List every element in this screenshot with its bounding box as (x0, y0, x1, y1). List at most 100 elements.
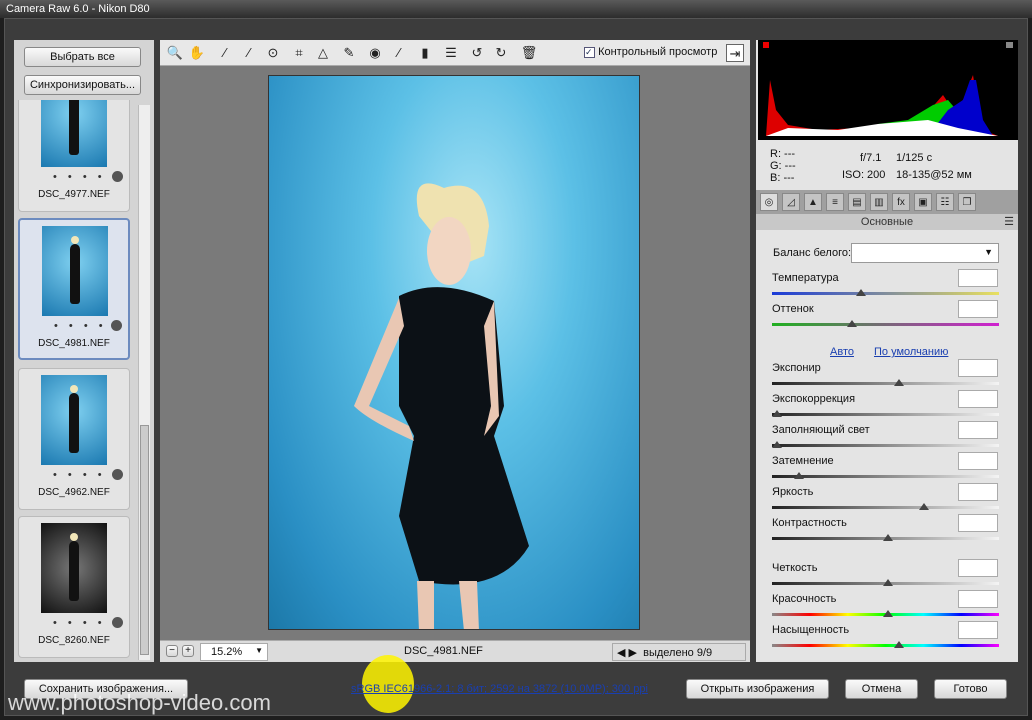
toolbar: ✓ Контрольный просмотр ⇥ 🔍 ✋ ⁄ ⁄ ⊙ ⌗ △ ✎ ◉ ∕ ▮ ☰ ↺ ↻ 🗑 (160, 40, 750, 66)
slider-handle[interactable] (847, 320, 858, 327)
zoom-in-button[interactable]: + (182, 645, 194, 657)
thumbnail-item[interactable]: • • • • • DSC_4981.NEF (18, 218, 130, 360)
target-adjustment-tool-icon[interactable]: ⊙ (264, 44, 282, 62)
slider-value-input[interactable] (958, 621, 998, 639)
slider-handle[interactable] (794, 472, 805, 479)
lens: 18-135@52 мм (896, 169, 972, 181)
thumbnail-item[interactable]: • • • • • DSC_4962.NEF (18, 368, 130, 510)
selection-nav: ◀ ▶ выделено 9/9 (612, 643, 746, 661)
tab-tone-curve-icon[interactable]: ◿ (782, 193, 800, 211)
rgb-readout: R: --- G: --- B: --- (770, 148, 796, 184)
straighten-tool-icon[interactable]: △ (314, 44, 332, 62)
slider-track[interactable] (772, 323, 999, 326)
slider-handle[interactable] (772, 410, 782, 417)
red-eye-tool-icon[interactable]: ◉ (366, 44, 384, 62)
spot-removal-tool-icon[interactable]: ✎ (340, 44, 358, 62)
rating-dots[interactable]: • • • • • (53, 171, 120, 183)
auto-link[interactable]: Авто (830, 346, 854, 358)
slider-handle[interactable] (856, 289, 867, 296)
hand-tool-icon[interactable]: ✋ (188, 44, 206, 62)
preferences-icon[interactable]: ☰ (442, 44, 460, 62)
white-balance-label: Баланс белого: (773, 247, 852, 259)
filmstrip-scrollbar[interactable] (138, 105, 150, 660)
slider-label: Четкость (772, 562, 818, 574)
tab-hsl-icon[interactable]: ≡ (826, 193, 844, 211)
window-title: Camera Raw 6.0 - Nikon D80 (6, 3, 150, 15)
slider-value-input[interactable] (958, 483, 998, 501)
crop-tool-icon[interactable]: ⌗ (290, 44, 308, 62)
highlight-clipping-icon (1006, 42, 1013, 48)
graduated-filter-icon[interactable]: ▮ (416, 44, 434, 62)
slider-handle[interactable] (883, 579, 893, 586)
rating-dots[interactable]: • • • • • (53, 469, 120, 481)
watermark: www.photoshop-video.com (8, 690, 271, 715)
slider-value-input[interactable] (958, 590, 998, 608)
panel-title: Основные ☰ (756, 214, 1018, 230)
adjustment-brush-icon[interactable]: ∕ (390, 44, 408, 62)
slider-handle[interactable] (883, 610, 893, 617)
slider-handle[interactable] (894, 641, 905, 648)
current-filename: DSC_4981.NEF (404, 645, 483, 657)
tab-snapshots-icon[interactable]: ❐ (958, 193, 976, 211)
slider-track[interactable] (772, 444, 999, 447)
slider-value-input[interactable] (958, 514, 998, 532)
slider-value-input[interactable] (958, 559, 998, 577)
white-balance-select[interactable]: ▼ (851, 243, 999, 263)
slider-track[interactable] (772, 506, 999, 509)
next-image-icon[interactable]: ▶ (629, 647, 637, 659)
rating-dots[interactable]: • • • • • (53, 617, 120, 629)
slider-label: Красочность (772, 593, 837, 605)
slider-track[interactable] (772, 644, 999, 647)
slider-value-input[interactable] (958, 300, 998, 318)
color-sampler-tool-icon[interactable]: ⁄ (240, 44, 258, 62)
checkbox-icon[interactable]: ✓ (584, 47, 595, 58)
tab-effects-icon[interactable]: fx (892, 193, 910, 211)
zoom-select[interactable]: 15.2% ▼ (200, 643, 268, 661)
done-button[interactable]: Готово (934, 679, 1007, 699)
thumbnail-name: DSC_8260.NEF (38, 635, 110, 646)
scroll-thumb[interactable] (140, 425, 149, 655)
tab-presets-icon[interactable]: ☷ (936, 193, 954, 211)
thumbnail-image (42, 226, 108, 316)
open-images-button[interactable]: Открыть изображения (686, 679, 829, 699)
slider-track[interactable] (772, 382, 999, 385)
slider-track[interactable] (772, 292, 999, 295)
slider-handle[interactable] (894, 379, 905, 386)
white-balance-tool-icon[interactable]: ⁄ (216, 44, 234, 62)
preview-label: Контрольный просмотр (598, 46, 718, 58)
tab-split-toning-icon[interactable]: ▤ (848, 193, 866, 211)
rotate-right-icon[interactable]: ↻ (492, 44, 510, 62)
slider-track[interactable] (772, 475, 999, 478)
tab-detail-icon[interactable]: ▲ (804, 193, 822, 211)
slider-value-input[interactable] (958, 421, 998, 439)
zoom-tool-icon[interactable]: 🔍 (166, 44, 184, 62)
slider-value-input[interactable] (958, 452, 998, 470)
synchronize-button[interactable]: Синхронизировать... (24, 75, 141, 95)
select-all-button[interactable]: Выбрать все (24, 47, 141, 67)
thumbnail-item[interactable]: • • • • • DSC_8260.NEF (18, 516, 130, 658)
trash-icon[interactable]: 🗑 (520, 44, 538, 62)
panel-menu-icon[interactable]: ☰ (1004, 214, 1014, 230)
slider-label: Температура (772, 272, 839, 284)
fullscreen-icon[interactable]: ⇥ (726, 44, 744, 62)
slider-handle[interactable] (918, 503, 929, 510)
slider-track[interactable] (772, 413, 999, 416)
preview-checkbox[interactable]: ✓ Контрольный просмотр (584, 46, 717, 58)
settings-badge-icon (111, 320, 122, 331)
workflow-options-link[interactable]: sRGB IEC61966-2.1; 8 бит; 2592 на 3872 (… (351, 683, 648, 695)
prev-image-icon[interactable]: ◀ (617, 647, 625, 659)
rotate-left-icon[interactable]: ↺ (468, 44, 486, 62)
zoom-out-button[interactable]: − (166, 645, 178, 657)
thumbnail-name: DSC_4962.NEF (38, 487, 110, 498)
cancel-button[interactable]: Отмена (845, 679, 918, 699)
slider-handle[interactable] (883, 534, 893, 541)
slider-value-input[interactable] (958, 269, 998, 287)
tab-camera-calibration-icon[interactable]: ▣ (914, 193, 932, 211)
tab-basic-icon[interactable]: ◎ (760, 193, 778, 211)
tab-lens-corrections-icon[interactable]: ▥ (870, 193, 888, 211)
slider-value-input[interactable] (958, 390, 998, 408)
default-link[interactable]: По умолчанию (874, 346, 948, 358)
panel-tabs: ◎ ◿ ▲ ≡ ▤ ▥ fx ▣ ☷ ❐ (756, 190, 1018, 214)
slider-value-input[interactable] (958, 359, 998, 377)
slider-handle[interactable] (772, 441, 782, 448)
